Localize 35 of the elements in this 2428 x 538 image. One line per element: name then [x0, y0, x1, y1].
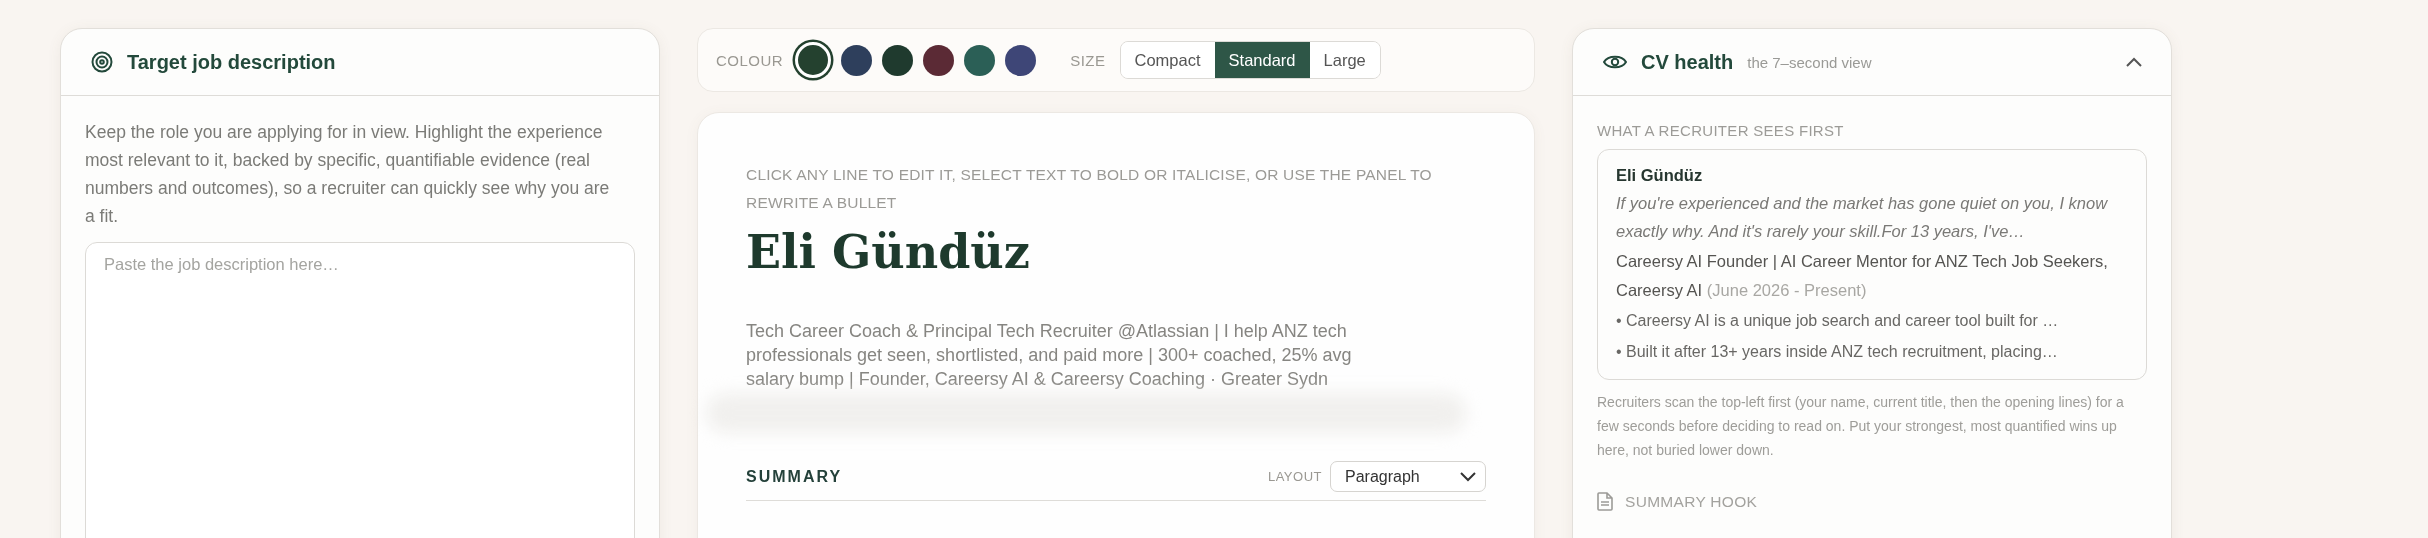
panel-title: Target job description	[127, 50, 336, 74]
colour-swatch[interactable]	[964, 44, 996, 76]
instructions-text: Keep the role you are applying for in view. Highlight the experience most relevant to it, backed by specific, quantifiable evidence (real numbers and outcomes), so a recruiter can quickly see why you are a fit.	[85, 121, 611, 228]
panel-title: CV health	[1641, 50, 1734, 74]
cv-name[interactable]: Eli Gündüz	[746, 225, 1486, 279]
colour-label: COLOUR	[716, 51, 784, 69]
preview-name: Eli Gündüz	[1616, 166, 1704, 185]
colour-swatch[interactable]	[795, 42, 832, 78]
size-label: SIZE	[1070, 51, 1106, 69]
colour-swatch[interactable]	[841, 44, 873, 76]
layout-label: LAYOUT	[1267, 469, 1322, 484]
eye-icon	[1603, 54, 1627, 70]
section-label: SUMMARY HOOK	[1625, 492, 1758, 511]
panel-subtitle: the 7–second view	[1747, 53, 1872, 71]
colour-swatch[interactable]	[1005, 44, 1037, 76]
target-icon	[91, 51, 113, 73]
section-label: WHAT A RECRUITER SEES FIRST	[1597, 122, 1845, 139]
size-option[interactable]: Large	[1309, 42, 1380, 78]
preview-bullet: • Careersy AI is a unique job search and career tool built for …	[1616, 311, 2060, 331]
colour-swatch[interactable]	[923, 44, 955, 76]
size-option[interactable]: Standard	[1214, 42, 1310, 78]
colour-swatch[interactable]	[882, 44, 914, 76]
job-description-field[interactable]: Paste the job description here…	[85, 242, 635, 538]
chevron-up-icon[interactable]	[2125, 57, 2143, 67]
explanation-text: Recruiters scan the top-left first (your name, current title, then the opening lines) for a few seconds before deciding to read on. Put your strongest, most quantified wins up here, not buried lower down.	[1597, 393, 2125, 460]
preview-role: Careersy AI Founder | AI Career Mentor for ANZ Tech Job Seekers, Careersy AI (June 2026 - Present)	[1616, 251, 2109, 301]
editing-hint: CLICK ANY LINE TO EDIT IT, SELECT TEXT TO BOLD OR ITALICISE, OR USE THE PANEL TO REWRITE A BULLET	[746, 165, 1433, 213]
document-icon	[1597, 492, 1613, 511]
preview-bullet: • Built it after 13+ years inside ANZ tech recruitment, placing…	[1616, 342, 2059, 362]
caret-icon	[1459, 471, 1477, 482]
size-option[interactable]: Compact	[1120, 42, 1215, 78]
preview-summary: If you're experienced and the market has gone quiet on you, I know exactly why. And it's rarely your skill.For 13 years, I've…	[1616, 193, 2109, 242]
layout-dropdown[interactable]: Paragraph	[1330, 461, 1486, 492]
section-heading: SUMMARY	[746, 467, 844, 486]
cv-headline[interactable]: Tech Career Coach & Principal Tech Recruiter @Atlassian | I help ANZ tech professionals get seen, shortlisted, and paid more | 300+ coached, 25% avg salary bump | Founder, Careersy AI & Careersy Coaching · Greater Sydn	[746, 319, 1396, 391]
